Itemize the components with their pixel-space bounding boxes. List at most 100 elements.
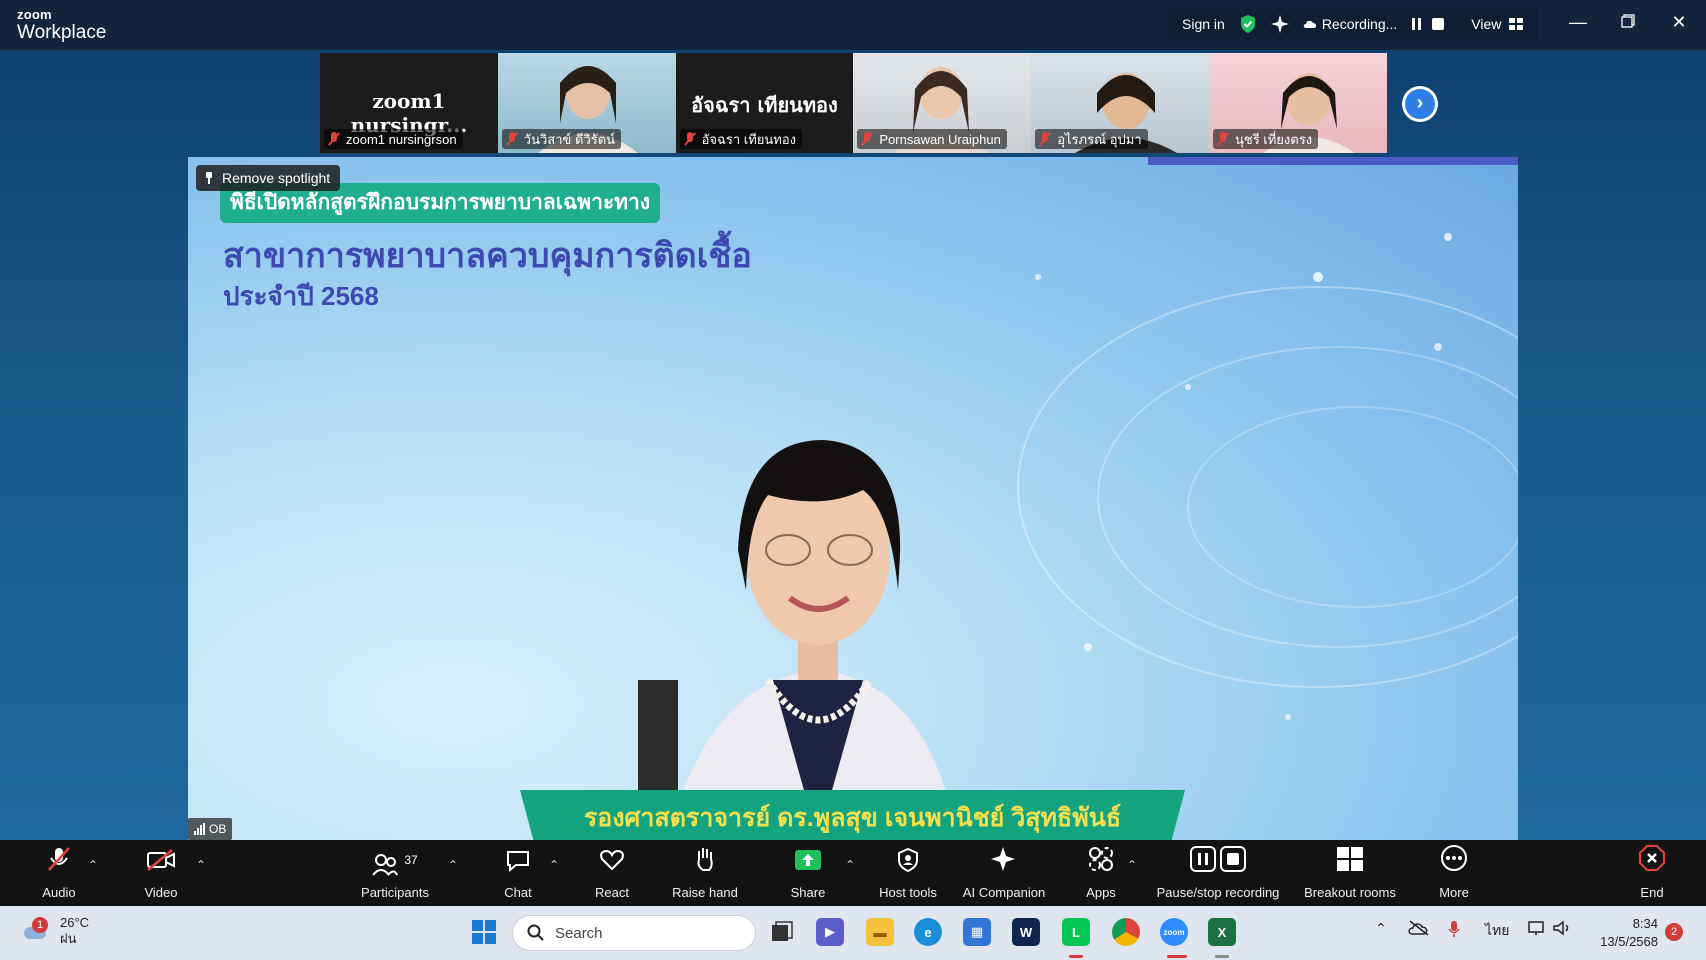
zoom-window: zoom Workplace Sign in Recording... View xyxy=(0,0,1706,960)
end-icon xyxy=(1638,844,1666,877)
chat-button[interactable]: Chat xyxy=(497,840,539,906)
raise-hand-button[interactable]: Raise hand xyxy=(668,840,742,906)
webex-icon[interactable]: W xyxy=(1012,918,1040,946)
apps-button[interactable]: Apps xyxy=(1084,840,1118,906)
breakout-rooms-label: Breakout rooms xyxy=(1304,885,1396,900)
file-explorer-icon[interactable]: ▬ xyxy=(866,918,894,946)
chrome-icon[interactable] xyxy=(1112,918,1140,946)
view-button[interactable]: View xyxy=(1471,16,1524,32)
ai-companion-button[interactable]: AI Companion xyxy=(960,840,1048,906)
participant-label: นุชรี เที่ยงตรง xyxy=(1212,129,1319,149)
apps-options-caret[interactable]: ⌃ xyxy=(1127,858,1137,872)
stop-recording-icon[interactable] xyxy=(1431,17,1445,31)
participant-name: Pornsawan Uraiphun xyxy=(879,131,1001,147)
audio-button[interactable]: Audio xyxy=(38,840,80,906)
weather-badge: 1 xyxy=(32,917,48,933)
participant-tile[interactable]: อุไรภรณ์ อุปมา xyxy=(1031,53,1209,153)
participants-label: Participants xyxy=(361,885,429,900)
participant-tile[interactable]: วันวิสาข์ ดีวิรัตน์ xyxy=(497,53,676,153)
restore-icon[interactable] xyxy=(1616,12,1640,33)
shield-icon[interactable] xyxy=(1239,14,1257,34)
microphone-icon[interactable] xyxy=(1447,920,1461,941)
chevron-up-icon[interactable]: ⌃ xyxy=(1375,920,1387,937)
breakout-rooms-icon xyxy=(1336,846,1364,877)
participants-button[interactable]: 37 Participants xyxy=(355,840,435,906)
connection-label: OB xyxy=(209,822,227,836)
mic-muted-icon xyxy=(1217,132,1229,146)
participant-name: อัจฉรา เทียนทอง xyxy=(701,131,797,147)
audio-options-caret[interactable]: ⌃ xyxy=(88,858,98,872)
store-icon[interactable]: ▦ xyxy=(963,918,991,946)
taskbar-search-label: Search xyxy=(555,924,603,942)
chat-options-caret[interactable]: ⌃ xyxy=(549,858,559,872)
presenter-video xyxy=(638,440,958,840)
chevron-right-icon: › xyxy=(1405,89,1435,119)
participants-count: 37 xyxy=(404,853,418,867)
remove-spotlight-button[interactable]: Remove spotlight xyxy=(196,165,341,191)
share-button[interactable]: Share xyxy=(786,840,830,906)
ai-companion-label: AI Companion xyxy=(962,885,1046,900)
participant-tile[interactable]: Pornsawan Uraiphun xyxy=(853,53,1032,153)
zoom-taskbar-icon[interactable]: zoom xyxy=(1160,918,1188,946)
sign-in-label: Sign in xyxy=(1182,16,1225,32)
participant-strip: zoom1 nursingr... zoom1 nursingrson วันว… xyxy=(320,53,1387,153)
mic-muted-icon xyxy=(684,132,696,146)
host-tools-button[interactable]: Host tools xyxy=(874,840,942,906)
pause-recording-icon[interactable] xyxy=(1411,17,1423,31)
heart-icon xyxy=(599,848,625,877)
weather-widget[interactable]: 1 26°C ฝน xyxy=(20,915,89,947)
weather-temp: 26°C xyxy=(60,915,90,930)
participant-label: Pornsawan Uraiphun xyxy=(857,129,1007,149)
react-button[interactable]: React xyxy=(590,840,634,906)
weather-desc: ฝน xyxy=(60,931,77,946)
participant-label: อัจฉรา เทียนทอง xyxy=(679,129,803,149)
next-page-button[interactable]: › xyxy=(1402,86,1438,122)
participant-tile[interactable]: zoom1 nursingr... zoom1 nursingrson xyxy=(320,53,498,153)
shield-icon xyxy=(897,847,919,877)
end-button[interactable]: End xyxy=(1634,840,1670,906)
language-indicator[interactable]: ไทย xyxy=(1485,920,1509,942)
taskbar-clock[interactable]: 8:34 13/5/2568 xyxy=(1588,915,1658,951)
participant-label: อุไรภรณ์ อุปมา xyxy=(1035,129,1148,149)
line-icon[interactable]: L xyxy=(1062,918,1090,946)
more-label: More xyxy=(1439,885,1469,900)
title-bar: zoom Workplace Sign in Recording... View xyxy=(0,0,1706,50)
recording-indicator[interactable]: Recording... xyxy=(1303,16,1397,32)
taskbar-search[interactable]: Search xyxy=(512,915,756,951)
pause-stop-recording-button[interactable]: Pause/stop recording xyxy=(1152,840,1284,906)
excel-icon[interactable]: X xyxy=(1208,918,1236,946)
breakout-rooms-button[interactable]: Breakout rooms xyxy=(1300,840,1400,906)
host-tools-label: Host tools xyxy=(879,885,937,900)
network-icon[interactable] xyxy=(1528,920,1548,939)
mic-muted-icon xyxy=(861,132,873,146)
sign-in-button[interactable]: Sign in xyxy=(1182,16,1225,32)
video-options-caret[interactable]: ⌃ xyxy=(196,858,206,872)
participants-icon: 37 xyxy=(372,853,418,877)
more-button[interactable]: More xyxy=(1434,840,1474,906)
task-view-icon[interactable] xyxy=(768,918,796,946)
teams-chat-icon[interactable]: ▶ xyxy=(816,918,844,946)
edge-icon[interactable]: e xyxy=(914,918,942,946)
participant-label: วันวิสาข์ ดีวิรัตน์ xyxy=(501,129,622,149)
share-options-caret[interactable]: ⌃ xyxy=(845,858,855,872)
participant-tile[interactable]: อัจฉรา เทียนทอง อัจฉรา เทียนทอง xyxy=(675,53,854,153)
close-icon[interactable]: ✕ xyxy=(1667,12,1691,33)
participants-options-caret[interactable]: ⌃ xyxy=(448,858,458,872)
raise-hand-label: Raise hand xyxy=(672,885,738,900)
participant-big-name: อัจฉรา เทียนทอง xyxy=(691,93,838,117)
mic-muted-icon xyxy=(506,132,518,146)
remove-spotlight-label: Remove spotlight xyxy=(222,170,331,186)
volume-icon[interactable] xyxy=(1552,920,1572,939)
apps-label: Apps xyxy=(1086,885,1116,900)
minimize-icon[interactable]: — xyxy=(1566,12,1590,33)
connection-badge[interactable]: OB xyxy=(188,818,233,840)
onedrive-offline-icon[interactable] xyxy=(1408,920,1430,939)
sparkle-icon[interactable] xyxy=(1270,15,1289,33)
signal-icon xyxy=(194,823,205,835)
participant-tile[interactable]: นุชรี เที่ยงตรง xyxy=(1208,53,1387,153)
windows-start-icon[interactable] xyxy=(470,918,498,946)
chat-icon xyxy=(505,848,531,877)
presenter-name-banner: รองศาสตราจารย์ ดร.พูลสุข เจนพานิชย์ วิสุ… xyxy=(520,790,1185,840)
video-button[interactable]: Video xyxy=(140,840,182,906)
notification-badge[interactable]: 2 xyxy=(1665,923,1683,941)
